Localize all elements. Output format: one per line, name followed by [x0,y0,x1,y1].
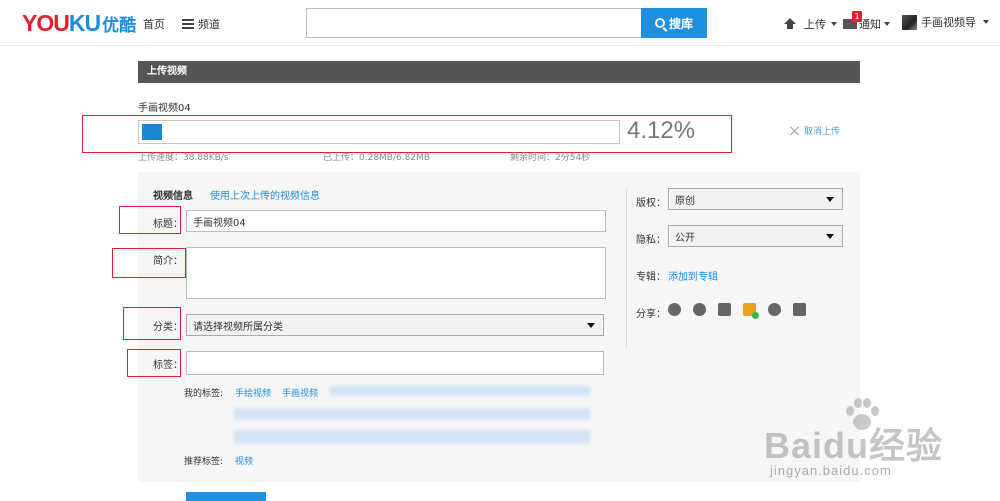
save-button[interactable] [186,492,266,501]
privacy-label: 隐私： [636,235,666,246]
nav-channel-link[interactable]: 频道 [182,16,220,32]
dropdown-arrow-icon [587,323,595,328]
panel-divider [626,189,627,349]
renren-icon[interactable] [668,303,681,316]
upload-menu[interactable]: 上传 [784,16,837,32]
use-last-info-link[interactable]: 使用上次上传的视频信息 [210,187,320,202]
chevron-down-icon [884,22,890,26]
time-remaining: 剩余时间：2分54秒 [510,153,591,163]
progress-fill [142,124,162,140]
search-icon [654,18,665,28]
upload-speed: 上传速度：38.88KB/s [138,153,229,163]
title-input[interactable]: 手画视频04 [186,210,606,232]
baidu-watermark: Baidu经验 jingyan.baidu.com [762,393,1000,501]
user-menu[interactable]: 手画视频导 [902,14,989,30]
intro-textarea[interactable] [186,247,606,299]
close-icon [790,126,800,136]
cancel-upload-button[interactable]: 取消上传 [790,124,840,137]
my-tag-item[interactable]: 手画视频 [282,386,318,399]
album-label: 专辑： [636,272,666,283]
my-tag-item[interactable]: 手绘视频 [235,386,271,399]
notice-label: 通知 [859,18,881,31]
cancel-upload-label: 取消上传 [804,127,841,137]
progress-bar [138,120,620,144]
dropdown-arrow-icon [826,197,834,202]
copyright-label: 版权： [636,198,666,209]
recommended-tag-item[interactable]: 视频 [235,454,253,467]
upload-icon [784,18,796,29]
chevron-down-icon [983,20,989,24]
share-label: 分享： [636,309,666,320]
search-input[interactable] [306,8,642,38]
notice-badge: 1 [852,11,862,22]
recommended-tags-label: 推荐标签: [184,457,224,467]
category-label: 分类： [153,322,183,333]
section-title-bar: 上传视频 [138,61,860,83]
blurred-tags [330,386,590,396]
category-select[interactable]: 请选择视频所属分类 [186,314,604,336]
uploaded-size: 已上传：0.28MB/6.82MB [323,153,430,163]
my-tags-label: 我的标签: [184,389,224,399]
upload-label: 上传 [804,18,826,31]
search-button[interactable]: 搜库 [641,8,707,38]
weibo-icon[interactable] [693,303,706,316]
category-value: 请选择视频所属分类 [193,321,283,333]
blurred-tags [234,408,590,420]
copyright-value: 原创 [675,195,695,207]
dropdown-arrow-icon [826,234,834,239]
douban-icon[interactable] [768,303,781,316]
youku-logo[interactable]: YOUKU 优酷 [22,10,136,36]
blurred-tags [234,430,590,444]
username: 手画视频导 [921,16,976,29]
add-to-album-link[interactable]: 添加到专辑 [668,268,718,283]
video-name: 手画视频04 [138,103,191,114]
logo-text-en: YOUKU [22,10,101,36]
privacy-select[interactable]: 公开 [668,225,843,247]
title-label: 标题： [153,219,183,230]
tencent-star-icon[interactable] [743,303,759,319]
watermark-text: Baidu经验 [764,425,944,466]
tags-input[interactable] [186,351,604,375]
progress-percent: 4.12% [627,117,696,144]
kaixin-icon[interactable] [793,303,806,316]
tags-label: 标签： [153,360,183,371]
copyright-select[interactable]: 原创 [668,188,843,210]
nav-home-link[interactable]: 首页 [143,16,165,32]
nav-channel-label: 频道 [198,18,220,31]
menu-icon [182,19,194,29]
privacy-value: 公开 [675,232,695,244]
search-button-label: 搜库 [668,16,693,31]
video-info-heading: 视频信息 [153,191,193,202]
logo-text-cn: 优酷 [102,16,137,36]
chevron-down-icon [831,22,837,26]
avatar [902,14,917,30]
notice-menu[interactable]: 通知 [843,16,890,32]
share-icons [668,303,806,319]
qzone-icon[interactable] [718,303,731,316]
top-bar: YOUKU 优酷 首页 频道 搜库 上传 通知 1 手画视频导 [0,0,1000,46]
intro-label: 简介： [153,256,183,267]
watermark-url: jingyan.baidu.com [770,463,892,478]
